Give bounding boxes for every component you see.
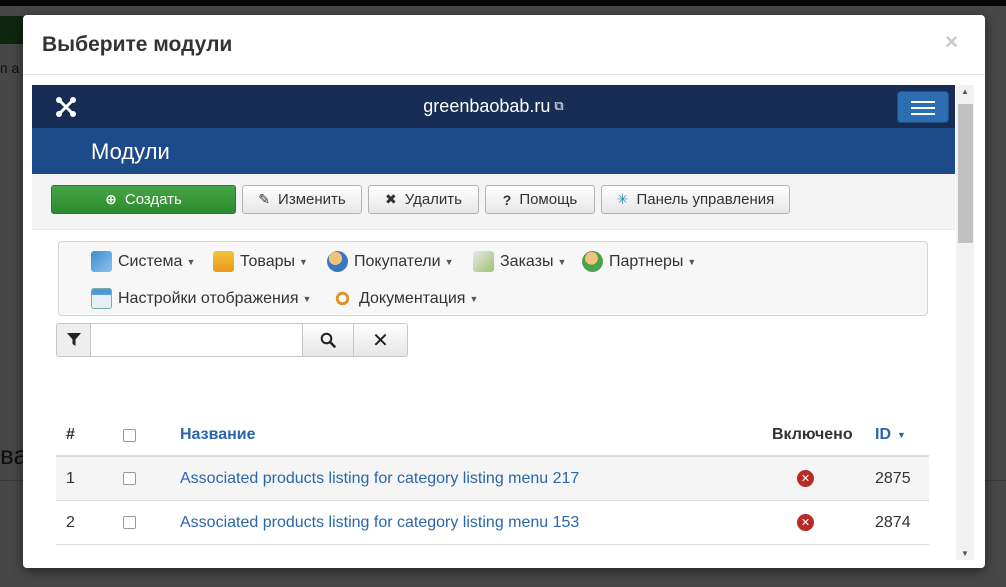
menu-orders-label: Заказы xyxy=(500,252,554,270)
delete-button-label: Удалить xyxy=(404,191,462,208)
component-menu: Система ▼ Товары ▼ Покупатели ▼ Заказы ▼ Пар… xyxy=(58,241,928,316)
close-icon: ✖ xyxy=(384,191,397,207)
table-row: 2 Associated products listing for catego… xyxy=(56,501,929,545)
search-input[interactable] xyxy=(91,323,303,357)
create-button[interactable]: ⊕ Создать xyxy=(51,185,236,214)
caret-down-icon: ▼ xyxy=(557,256,567,267)
iframe-scrollbar[interactable]: ▲ ▼ xyxy=(956,85,974,560)
header-id[interactable]: ID ▼ xyxy=(875,415,906,455)
box-icon xyxy=(213,251,234,272)
menu-customers-label: Покупатели xyxy=(354,252,441,270)
filter-toggle-button[interactable] xyxy=(56,323,91,357)
menu-partners-label: Партнеры xyxy=(609,252,684,270)
header-enabled[interactable]: Включено xyxy=(772,415,853,455)
modal-body: greenbaobab.ru ⧉ Модули ⊕ Создать ✎ Измен… xyxy=(32,85,974,560)
disabled-status-icon[interactable]: ✕ xyxy=(797,470,814,487)
caret-down-icon: ▼ xyxy=(302,293,312,304)
caret-down-icon: ▼ xyxy=(186,256,196,267)
caret-down-icon: ▼ xyxy=(444,256,454,267)
site-name[interactable]: greenbaobab.ru xyxy=(423,96,550,116)
edit-button-label: Изменить xyxy=(278,191,346,208)
row-name-link[interactable]: Associated products listing for category… xyxy=(180,501,579,544)
menu-display-settings-label: Настройки отображения xyxy=(118,289,299,307)
menu-goods-label: Товары xyxy=(240,252,296,270)
filter-icon xyxy=(66,333,81,346)
hamburger-menu-button[interactable] xyxy=(897,91,949,123)
scrollbar-thumb[interactable] xyxy=(958,104,973,243)
header-num: # xyxy=(66,426,75,443)
edit-icon: ✎ xyxy=(258,191,271,207)
select-all-checkbox[interactable] xyxy=(123,428,136,442)
search-icon xyxy=(320,332,336,348)
modal-header: Выберите модули × xyxy=(23,15,985,75)
row-enabled-cell: ✕ xyxy=(797,457,814,500)
menu-documentation-label: Документация xyxy=(359,289,466,307)
header-name[interactable]: Название xyxy=(180,415,256,455)
row-num: 1 xyxy=(66,469,75,487)
row-num: 2 xyxy=(66,513,75,531)
toolbar: ⊕ Создать ✎ Изменить ✖ Удалить ? Помощь … xyxy=(32,174,955,230)
header-id-label: ID xyxy=(875,426,891,443)
scroll-down-arrow-icon[interactable]: ▼ xyxy=(961,549,969,558)
select-modules-modal: Выберите модули × greenbaobab.ru ⧉ Модул… xyxy=(23,15,985,568)
menu-system-label: Система xyxy=(118,252,183,270)
create-button-label: Создать xyxy=(124,191,182,208)
dashboard-button-label: Панель управления xyxy=(636,191,775,208)
admin-navbar: greenbaobab.ru ⧉ xyxy=(32,85,955,128)
menu-customers[interactable]: Покупатели ▼ xyxy=(327,251,454,272)
plus-circle-icon: ⊕ xyxy=(105,191,117,207)
search-button[interactable] xyxy=(303,323,354,357)
row-id: 2875 xyxy=(875,469,911,487)
table-header: # Название Включено ID ▼ xyxy=(56,415,929,457)
disabled-status-icon[interactable]: ✕ xyxy=(797,514,814,531)
search-bar: ✕ xyxy=(56,323,408,357)
row-checkbox-cell xyxy=(123,501,136,544)
table-row: 1 Associated products listing for catego… xyxy=(56,457,929,501)
question-circle-icon: ? xyxy=(502,191,512,208)
close-icon: ✕ xyxy=(372,329,389,352)
caret-down-icon: ▼ xyxy=(299,256,308,267)
page-title: Модули xyxy=(91,139,170,164)
row-checkbox[interactable] xyxy=(123,516,136,529)
window-icon xyxy=(91,288,112,309)
modal-close-button[interactable]: × xyxy=(945,29,958,55)
page-header: Модули xyxy=(32,128,955,174)
menu-goods[interactable]: Товары ▼ xyxy=(213,251,308,272)
menu-orders[interactable]: Заказы ▼ xyxy=(473,251,566,272)
dashboard-button[interactable]: ✳ Панель управления xyxy=(601,185,790,214)
gears-icon xyxy=(332,288,353,309)
sort-desc-icon: ▼ xyxy=(897,430,906,440)
modules-table: # Название Включено ID ▼ 1 Associated pr… xyxy=(56,415,929,545)
scroll-up-arrow-icon[interactable]: ▲ xyxy=(961,87,969,96)
row-checkbox-cell xyxy=(123,457,136,500)
external-link-icon: ⧉ xyxy=(554,98,564,113)
row-enabled-cell: ✕ xyxy=(797,501,814,544)
users-icon xyxy=(327,251,348,272)
clear-search-button[interactable]: ✕ xyxy=(354,323,408,357)
menu-system[interactable]: Система ▼ xyxy=(91,251,195,272)
caret-down-icon: ▼ xyxy=(687,256,697,267)
modules-iframe: greenbaobab.ru ⧉ Модули ⊕ Создать ✎ Измен… xyxy=(32,85,955,560)
orders-icon xyxy=(473,251,494,272)
site-link[interactable]: greenbaobab.ru ⧉ xyxy=(32,96,955,117)
modal-title: Выберите модули xyxy=(42,33,233,56)
menu-partners[interactable]: Партнеры ▼ xyxy=(582,251,696,272)
row-name-link[interactable]: Associated products listing for category… xyxy=(180,457,579,500)
help-button[interactable]: ? Помощь xyxy=(485,185,595,214)
select-all-checkbox-cell xyxy=(123,415,136,455)
row-checkbox[interactable] xyxy=(123,472,136,485)
help-button-label: Помощь xyxy=(519,191,578,208)
delete-button[interactable]: ✖ Удалить xyxy=(368,185,479,214)
menu-display-settings[interactable]: Настройки отображения ▼ xyxy=(91,288,311,309)
cogs-icon: ✳ xyxy=(616,191,629,207)
caret-down-icon: ▼ xyxy=(469,293,479,304)
edit-button[interactable]: ✎ Изменить xyxy=(242,185,362,214)
menu-documentation[interactable]: Документация ▼ xyxy=(332,288,478,309)
row-id: 2874 xyxy=(875,513,911,531)
partners-icon xyxy=(582,251,603,272)
tools-icon xyxy=(91,251,112,272)
